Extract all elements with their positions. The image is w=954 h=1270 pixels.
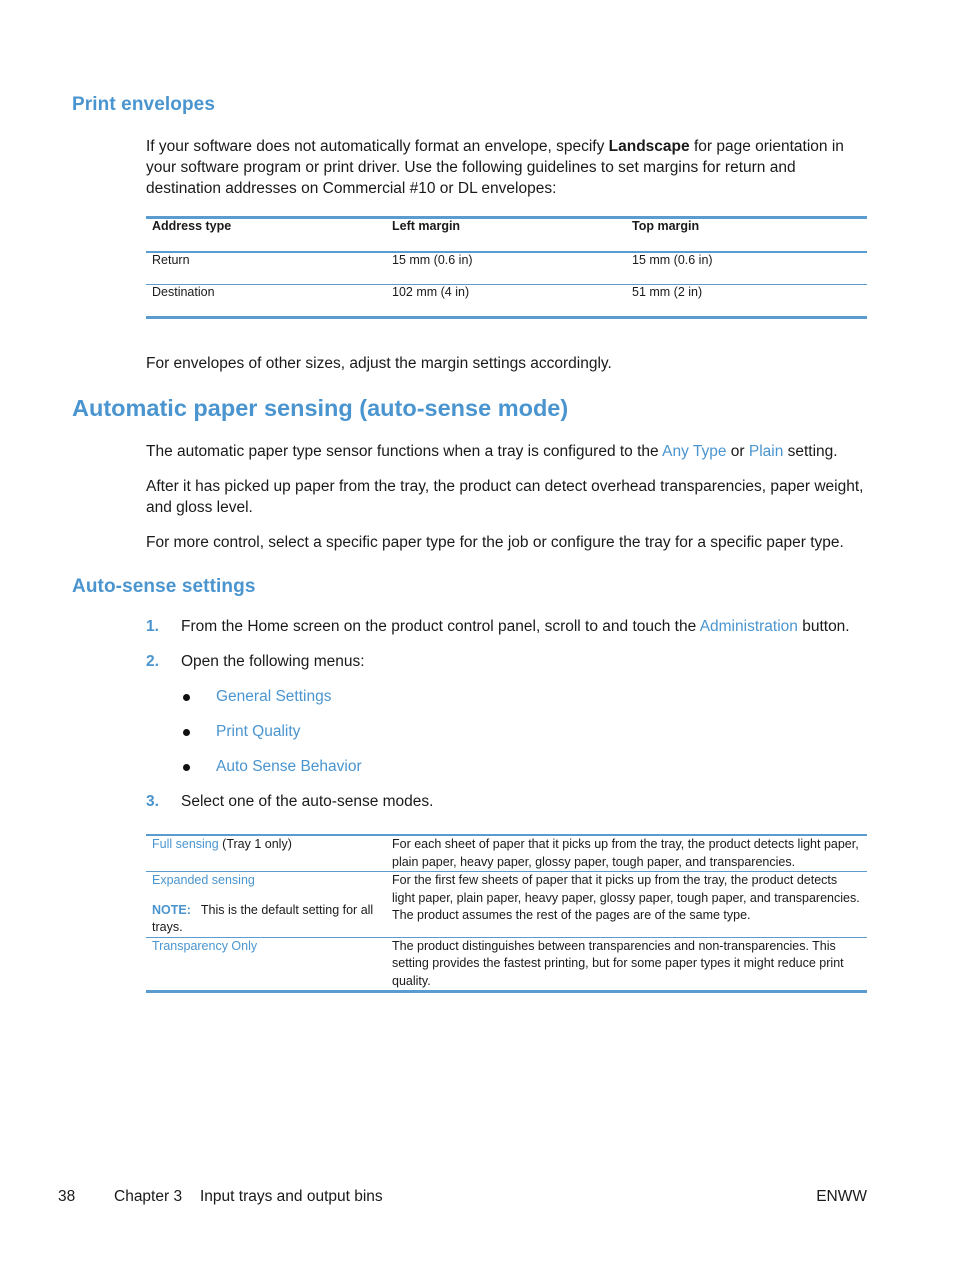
footer-locale: ENWW (816, 1188, 867, 1205)
note-label: NOTE: (152, 902, 191, 917)
page-number: 38 (58, 1188, 76, 1205)
step-2: 2. Open the following menus: General Set… (146, 651, 870, 784)
table-cell: 102 mm (4 in) (392, 285, 470, 299)
auto-sensing-paragraph-3: For more control, select a specific pape… (146, 534, 844, 551)
auto-sense-modes-table: Full sensing (Tray 1 only) For each shee… (146, 834, 867, 993)
bullet-icon (183, 764, 190, 771)
paragraph-text: The automatic paper type sensor function… (146, 443, 663, 460)
column-header: Address type (146, 217, 386, 253)
table-row: Return 15 mm (0.6 in) 15 mm (0.6 in) (146, 252, 867, 285)
step-text: From the Home screen on the product cont… (181, 618, 700, 635)
description-cell: The product distinguishes between transp… (392, 938, 844, 988)
auto-sensing-paragraph-1: The automatic paper type sensor function… (146, 441, 870, 462)
step-text: Open the following menus: (181, 653, 365, 670)
auto-sense-behavior-link[interactable]: Auto Sense Behavior (216, 758, 362, 775)
step-1: 1. From the Home screen on the product c… (146, 616, 870, 651)
table-header-row: Address type Left margin Top margin (146, 217, 867, 253)
transparency-only-link[interactable]: Transparency Only (152, 939, 257, 953)
intro-text: If your software does not automatically … (146, 138, 609, 155)
step-number: 3. (146, 793, 159, 810)
step-3: 3. Select one of the auto-sense modes. (146, 791, 870, 812)
paragraph-text: setting. (783, 443, 838, 460)
paragraph-text: or (726, 443, 749, 460)
heading-automatic-paper-sensing: Automatic paper sensing (auto-sense mode… (72, 395, 569, 421)
footer-chapter: Chapter 3 (114, 1188, 183, 1205)
menu-item-auto-sense-behavior: Auto Sense Behavior (181, 749, 870, 784)
landscape-emphasis: Landscape (608, 138, 690, 155)
administration-link[interactable]: Administration (700, 618, 798, 635)
any-type-link[interactable]: Any Type (662, 443, 726, 460)
heading-auto-sense-settings: Auto-sense settings (72, 576, 256, 597)
auto-sensing-paragraph-2: After it has picked up paper from the tr… (146, 478, 864, 516)
print-envelopes-outro: For envelopes of other sizes, adjust the… (146, 355, 612, 372)
table-cell: Destination (152, 285, 215, 299)
step-number: 2. (146, 653, 159, 670)
step-text: button. (797, 618, 850, 635)
general-settings-link[interactable]: General Settings (216, 688, 331, 705)
bullet-icon (183, 729, 190, 736)
step-text: Select one of the auto-sense modes. (181, 793, 434, 810)
table-row: Destination 102 mm (4 in) 51 mm (2 in) (146, 285, 867, 318)
description-cell: For each sheet of paper that it picks up… (386, 835, 867, 872)
full-sensing-link[interactable]: Full sensing (152, 837, 219, 851)
table-row: Expanded sensing NOTE: This is the defaul… (146, 871, 867, 938)
table-row: Transparency Only The product distinguis… (146, 937, 867, 992)
mode-cell: Expanded sensing NOTE: This is the defaul… (146, 871, 386, 938)
table-cell: 15 mm (0.6 in) (386, 252, 626, 285)
table-cell: Return (146, 252, 386, 285)
mode-cell: Transparency Only (146, 937, 386, 992)
table-cell: 51 mm (2 in) (632, 285, 703, 299)
menu-path-list: General Settings Print Quality Auto Sens… (181, 679, 870, 784)
heading-print-envelopes: Print envelopes (72, 94, 215, 115)
mode-suffix: (Tray 1 only) (218, 837, 292, 851)
note: NOTE: This is the default setting for all… (152, 902, 380, 937)
menu-item-print-quality: Print Quality (181, 714, 870, 749)
steps-list: 1. From the Home screen on the product c… (146, 616, 870, 812)
column-header: Top margin (626, 217, 867, 253)
menu-item-general-settings: General Settings (181, 679, 870, 714)
print-quality-link[interactable]: Print Quality (216, 723, 300, 740)
plain-link[interactable]: Plain (749, 443, 783, 460)
column-header: Left margin (386, 217, 626, 253)
mode-cell: Full sensing (Tray 1 only) (146, 835, 386, 872)
envelope-margins-table: Address type Left margin Top margin Retu… (146, 216, 867, 319)
table-cell: 15 mm (0.6 in) (626, 252, 867, 285)
document-page: Print envelopes If your software does no… (0, 0, 954, 1270)
footer-chapter-title: Input trays and output bins (200, 1188, 383, 1205)
print-envelopes-intro: If your software does not automatically … (146, 136, 870, 199)
description-cell: For the first few sheets of paper that i… (386, 871, 867, 938)
bullet-icon (183, 694, 190, 701)
table-row: Full sensing (Tray 1 only) For each shee… (146, 835, 867, 872)
step-number: 1. (146, 618, 159, 635)
expanded-sensing-link[interactable]: Expanded sensing (152, 873, 255, 887)
